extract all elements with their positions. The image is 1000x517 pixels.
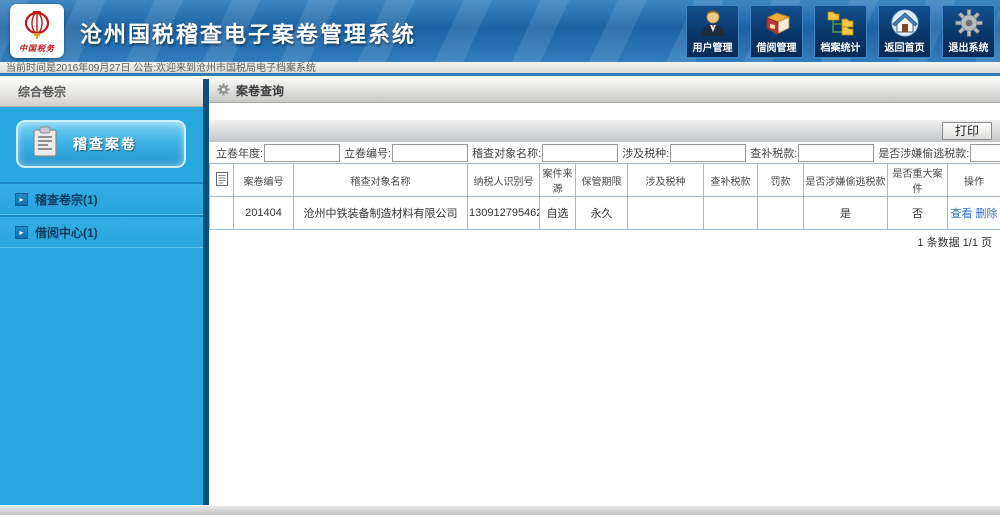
filter-input-tax-types[interactable] (670, 144, 746, 162)
nav-label: 退出系统 (949, 39, 989, 54)
col-major-case: 是否重大案件 (888, 164, 948, 197)
filter-label-target-name: 稽查对象名称: (472, 145, 541, 161)
cell-tax-types (628, 197, 704, 230)
col-target-name: 稽查对象名称 (294, 164, 468, 197)
filter-label-tax-types: 涉及税种: (622, 145, 669, 161)
arrow-bullet-icon: ▸ (15, 226, 28, 239)
sidebar-item-label: 稽查卷宗(1) (35, 191, 98, 208)
print-button[interactable]: 打印 (942, 122, 992, 140)
toolbar: 打印 (209, 120, 1000, 142)
sidebar-header: 综合卷宗 (0, 79, 203, 107)
col-case-source: 案件来源 (540, 164, 576, 197)
app-header: 中国税务 沧州国税稽查电子案卷管理系统 用户管理 (0, 0, 1000, 62)
filter-input-target-name[interactable] (542, 144, 618, 162)
col-supplement-tax: 查补税款 (704, 164, 758, 197)
nav-label: 档案统计 (821, 39, 861, 54)
nav-user-management[interactable]: 用户管理 (686, 5, 739, 58)
table-row: 201404 沧州中铁装备制造材料有限公司 130912795462559 自选… (210, 197, 1000, 230)
cell-major-case: 否 (888, 197, 948, 230)
sidebar-item-borrow-center[interactable]: ▸ 借阅中心(1) (0, 215, 203, 248)
sidebar-main-button-label: 稽查案卷 (73, 134, 137, 154)
main-content: 案卷查询 打印 立卷年度: 立卷编号: 稽查对象名称: 涉及税种: 查补税款: … (209, 79, 1000, 505)
col-taxpayer-id: 纳税人识别号 (468, 164, 540, 197)
page-title: 案卷查询 (236, 82, 284, 99)
lantern-icon (22, 9, 52, 44)
folder-tree-icon (825, 7, 857, 39)
cell-storage-period: 永久 (576, 197, 628, 230)
filter-bar: 立卷年度: 立卷编号: 稽查对象名称: 涉及税种: 查补税款: 是否涉嫌偷逃税款… (209, 142, 1000, 163)
col-tax-evasion: 是否涉嫌偷逃税款 (804, 164, 888, 197)
notice-bar: 当前时间是2016年09月27日 公告:欢迎来到沧州市国税局电子档案系统 (0, 62, 1000, 76)
nav-borrow-management[interactable]: 借阅管理 (750, 5, 803, 58)
cell-actions: 查看 删除 (948, 197, 1000, 230)
sidebar-main-button[interactable]: 稽查案卷 (16, 120, 186, 168)
filter-label-year: 立卷年度: (216, 145, 263, 161)
app-title: 沧州国税稽查电子案卷管理系统 (80, 17, 416, 49)
row-icon-cell (210, 197, 234, 230)
filter-input-tax-evasion[interactable] (970, 144, 1000, 162)
nav-label: 返回首页 (885, 39, 925, 54)
col-fine: 罚款 (758, 164, 804, 197)
cell-taxpayer-id: 130912795462559 (468, 197, 540, 230)
nav-label: 用户管理 (693, 39, 733, 54)
cell-fine (758, 197, 804, 230)
cell-target-name: 沧州中铁装备制造材料有限公司 (294, 197, 468, 230)
sidebar-menu: ▸ 稽查卷宗(1) ▸ 借阅中心(1) (0, 182, 203, 248)
archive-box-icon (761, 7, 793, 39)
document-icon (216, 178, 228, 189)
sidebar: 综合卷宗 稽查案卷 ▸ 稽查卷宗(1) ▸ 借阅中心(1) (0, 79, 203, 505)
nav-label: 借阅管理 (757, 39, 797, 54)
nav-return-home[interactable]: 返回首页 (878, 5, 931, 58)
filter-label-tax-evasion: 是否涉嫌偷逃税款: (878, 145, 969, 161)
arrow-bullet-icon: ▸ (15, 193, 28, 206)
home-icon (890, 7, 920, 39)
case-table: 案卷编号 稽查对象名称 纳税人识别号 案件来源 保管期限 涉及税种 查补税款 罚… (209, 163, 1000, 230)
table-header-row: 案卷编号 稽查对象名称 纳税人识别号 案件来源 保管期限 涉及税种 查补税款 罚… (210, 164, 1000, 197)
cell-case-source: 自选 (540, 197, 576, 230)
col-case-no: 案卷编号 (234, 164, 294, 197)
tax-logo: 中国税务 (10, 4, 64, 58)
cell-supplement-tax (704, 197, 758, 230)
nav-archive-statistics[interactable]: 档案统计 (814, 5, 867, 58)
logo-text: 中国税务 (19, 43, 55, 54)
gear-small-icon (217, 83, 230, 99)
nav-exit-system[interactable]: 退出系统 (942, 5, 995, 58)
clipboard-icon (31, 126, 59, 163)
filter-input-supplement-tax[interactable] (798, 144, 874, 162)
bottom-scrollbar[interactable] (0, 505, 1000, 515)
filter-label-number: 立卷编号: (344, 145, 391, 161)
doc-icon-header (210, 164, 234, 197)
filter-input-number[interactable] (392, 144, 468, 162)
filter-label-supplement-tax: 查补税款: (750, 145, 797, 161)
page-titlebar: 案卷查询 (209, 79, 1000, 103)
cell-tax-evasion: 是 (804, 197, 888, 230)
sidebar-item-label: 借阅中心(1) (35, 224, 98, 241)
delete-link[interactable]: 删除 (976, 208, 998, 220)
col-storage-period: 保管期限 (576, 164, 628, 197)
col-actions: 操作 (948, 164, 1000, 197)
top-nav: 用户管理 借阅管理 (686, 5, 995, 58)
user-icon (698, 7, 728, 39)
view-link[interactable]: 查看 (950, 208, 972, 220)
sidebar-item-inspection-files[interactable]: ▸ 稽查卷宗(1) (0, 182, 203, 215)
col-tax-types: 涉及税种 (628, 164, 704, 197)
filter-input-year[interactable] (264, 144, 340, 162)
cell-case-no: 201404 (234, 197, 294, 230)
pagination: 1 条数据 1/1 页 (209, 230, 1000, 250)
gear-icon (954, 7, 984, 39)
